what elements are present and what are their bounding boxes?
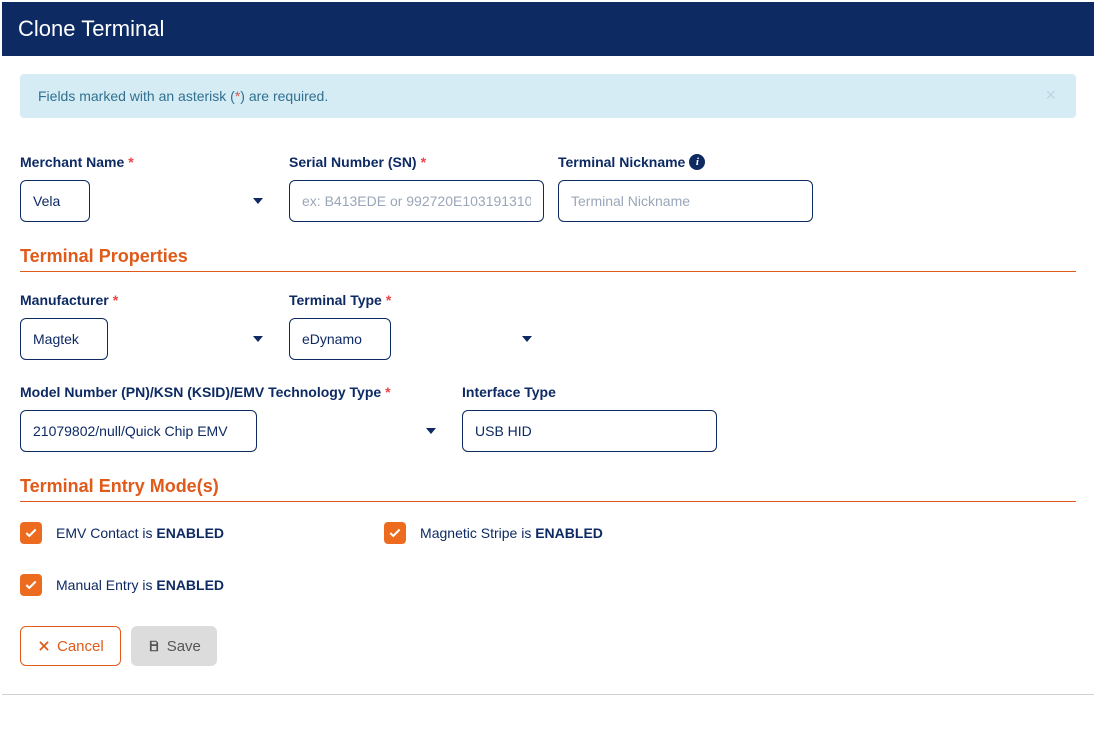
manufacturer-label: Manufacturer* [20, 292, 275, 308]
manual-entry-checkbox[interactable] [20, 574, 42, 596]
cancel-button[interactable]: Cancel [20, 626, 121, 666]
check-icon [24, 578, 38, 592]
emv-contact-mode: EMV Contact is ENABLED [20, 522, 224, 544]
nickname-group: Terminal Nickname i [558, 154, 813, 222]
emv-contact-checkbox[interactable] [20, 522, 42, 544]
interface-label: Interface Type [462, 384, 717, 400]
terminal-properties-heading: Terminal Properties [20, 246, 1076, 272]
terminal-type-label: Terminal Type* [289, 292, 544, 308]
terminal-type-select[interactable]: eDynamo [289, 318, 391, 360]
close-icon [37, 639, 51, 653]
clone-terminal-modal: Clone Terminal Fields marked with an ast… [2, 2, 1094, 695]
serial-number-input[interactable] [289, 180, 544, 222]
info-icon[interactable]: i [689, 154, 705, 170]
model-label: Model Number (PN)/KSN (KSID)/EMV Technol… [20, 384, 448, 400]
interface-input [462, 410, 717, 452]
check-icon [388, 526, 402, 540]
manual-entry-mode: Manual Entry is ENABLED [20, 574, 224, 596]
merchant-name-select[interactable]: Vela [20, 180, 90, 222]
nickname-input[interactable] [558, 180, 813, 222]
serial-number-label: Serial Number (SN)* [289, 154, 544, 170]
modal-body: Fields marked with an asterisk (*) are r… [2, 56, 1094, 694]
manufacturer-group: Manufacturer* Magtek [20, 292, 275, 360]
merchant-name-label: Merchant Name* [20, 154, 275, 170]
model-select[interactable]: 21079802/null/Quick Chip EMV [20, 410, 257, 452]
model-group: Model Number (PN)/KSN (KSID)/EMV Technol… [20, 384, 448, 452]
modal-header: Clone Terminal [2, 2, 1094, 56]
merchant-name-group: Merchant Name* Vela [20, 154, 275, 222]
serial-number-group: Serial Number (SN)* [289, 154, 544, 222]
check-icon [24, 526, 38, 540]
save-icon [147, 639, 161, 653]
modal-title: Clone Terminal [18, 16, 164, 41]
magnetic-stripe-mode: Magnetic Stripe is ENABLED [384, 522, 603, 544]
required-fields-alert: Fields marked with an asterisk (*) are r… [20, 74, 1076, 118]
terminal-type-group: Terminal Type* eDynamo [289, 292, 544, 360]
magnetic-stripe-checkbox[interactable] [384, 522, 406, 544]
manufacturer-select[interactable]: Magtek [20, 318, 108, 360]
save-button[interactable]: Save [131, 626, 217, 666]
alert-close-button[interactable]: × [1039, 84, 1062, 107]
interface-group: Interface Type [462, 384, 717, 452]
entry-modes-heading: Terminal Entry Mode(s) [20, 476, 1076, 502]
nickname-label: Terminal Nickname i [558, 154, 813, 170]
